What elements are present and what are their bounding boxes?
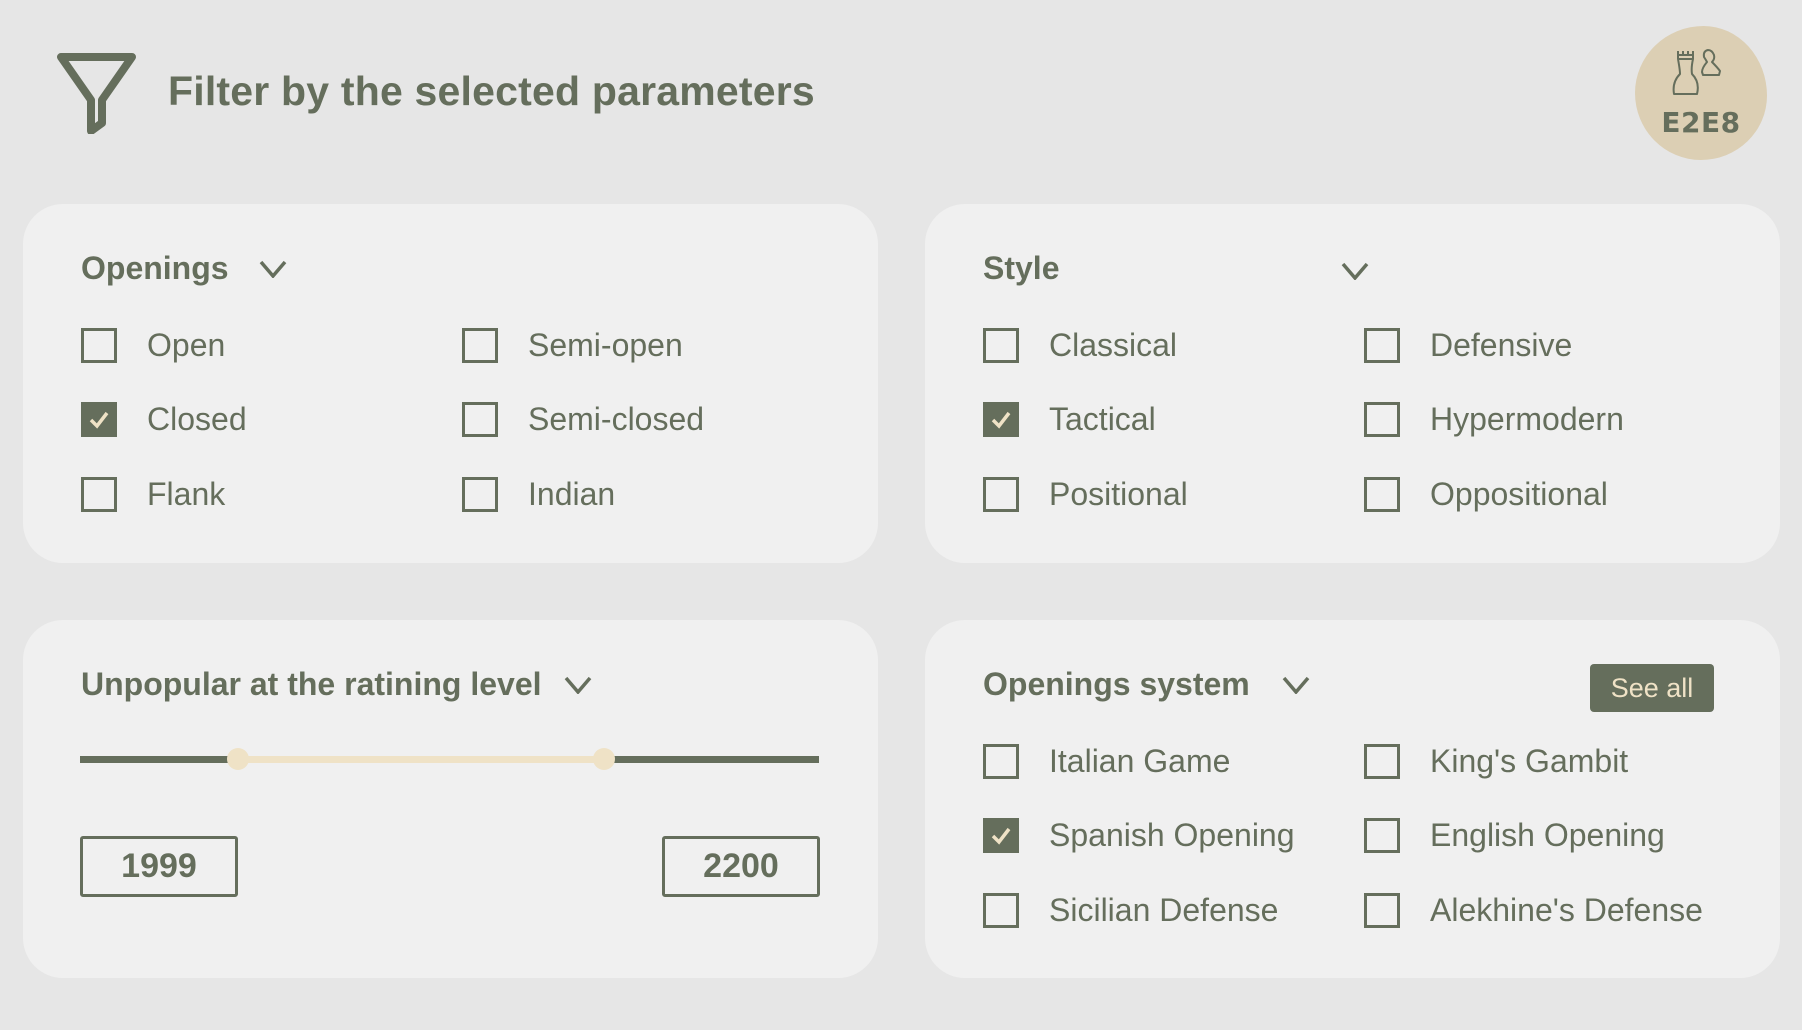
chevron-down-icon[interactable]	[259, 260, 287, 278]
option-label: Alekhine's Defense	[1430, 892, 1703, 928]
chevron-down-icon[interactable]	[564, 676, 592, 694]
openings-system-card: Openings system See all Italian Game Kin…	[925, 620, 1780, 978]
rating-range-slider[interactable]	[80, 748, 819, 770]
option-label: Spanish Opening	[1049, 817, 1295, 853]
checkbox-box[interactable]	[462, 402, 498, 437]
checkbox-box[interactable]	[983, 328, 1019, 363]
option-label: Tactical	[1049, 401, 1156, 437]
style-title: Style	[983, 250, 1060, 286]
checkbox-closed[interactable]: Closed	[81, 401, 247, 438]
checkbox-box[interactable]	[462, 328, 498, 363]
option-label: Sicilian Defense	[1049, 892, 1279, 928]
slider-thumb-max[interactable]	[592, 748, 615, 770]
checkbox-box[interactable]	[81, 328, 117, 363]
checkbox-oppositional[interactable]: Oppositional	[1364, 476, 1608, 513]
option-label: Semi-open	[528, 327, 683, 363]
checkbox-flank[interactable]: Flank	[81, 476, 225, 513]
checkbox-box[interactable]	[1364, 477, 1400, 512]
system-header[interactable]: Openings system	[983, 666, 1310, 703]
checkbox-box[interactable]	[1364, 818, 1400, 853]
chess-rook-pawn-icon	[1672, 49, 1721, 95]
checkmark-icon	[991, 827, 1011, 845]
checkbox-box[interactable]	[983, 893, 1019, 928]
checkbox-semi-open[interactable]: Semi-open	[462, 327, 683, 364]
slider-selected-range	[238, 756, 604, 763]
option-label: English Opening	[1430, 817, 1665, 853]
checkbox-indian[interactable]: Indian	[462, 476, 615, 513]
checkbox-positional[interactable]: Positional	[983, 476, 1188, 513]
slider-thumb-min[interactable]	[227, 748, 250, 770]
checkbox-box[interactable]	[983, 744, 1019, 779]
checkbox-alekhines-defense[interactable]: Alekhine's Defense	[1364, 892, 1703, 929]
checkbox-hypermodern[interactable]: Hypermodern	[1364, 401, 1624, 438]
option-label: Oppositional	[1430, 476, 1608, 512]
checkbox-kings-gambit[interactable]: King's Gambit	[1364, 743, 1628, 780]
option-label: Semi-closed	[528, 401, 705, 437]
checkbox-defensive[interactable]: Defensive	[1364, 327, 1572, 364]
logo-text: E2E8	[1661, 106, 1741, 139]
checkbox-spanish-opening[interactable]: Spanish Opening	[983, 817, 1295, 854]
checkbox-box[interactable]	[1364, 402, 1400, 437]
checkbox-classical[interactable]: Classical	[983, 327, 1177, 364]
option-label: Defensive	[1430, 327, 1573, 363]
option-label: Italian Game	[1049, 743, 1231, 779]
filter-funnel-icon	[57, 53, 136, 134]
option-label: King's Gambit	[1430, 743, 1629, 779]
checkbox-italian-game[interactable]: Italian Game	[983, 743, 1230, 780]
rating-card: Unpopular at the ratining level	[23, 620, 878, 978]
checkbox-semi-closed[interactable]: Semi-closed	[462, 401, 704, 438]
checkbox-box[interactable]	[983, 477, 1019, 512]
checkbox-tactical[interactable]: Tactical	[983, 401, 1156, 438]
openings-card: Openings Open Semi-open Closed Semi-clos…	[23, 204, 878, 563]
checkbox-box[interactable]	[983, 818, 1019, 853]
checkbox-box[interactable]	[1364, 744, 1400, 779]
max-rating-input[interactable]	[662, 836, 820, 897]
checkbox-open[interactable]: Open	[81, 327, 225, 364]
option-label: Classical	[1049, 327, 1178, 363]
checkbox-box[interactable]	[81, 477, 117, 512]
option-label: Open	[147, 327, 226, 363]
chevron-down-icon[interactable]	[1341, 262, 1369, 280]
system-title: Openings system	[983, 666, 1250, 702]
style-card: Style Classical Defensive Tactical Hyper…	[925, 204, 1780, 563]
rating-title: Unpopular at the ratining level	[81, 666, 542, 702]
page-title: Filter by the selected parameters	[168, 68, 815, 114]
option-label: Positional	[1049, 476, 1188, 512]
option-label: Closed	[147, 401, 247, 437]
openings-header[interactable]: Openings	[81, 250, 287, 287]
logo[interactable]: E2E8	[1635, 26, 1767, 160]
option-label: Flank	[147, 476, 226, 512]
min-rating-input[interactable]	[80, 836, 238, 897]
checkmark-icon	[991, 411, 1011, 429]
checkbox-sicilian-defense[interactable]: Sicilian Defense	[983, 892, 1278, 929]
style-header[interactable]: Style	[983, 250, 1369, 287]
option-label: Hypermodern	[1430, 401, 1624, 437]
checkbox-box[interactable]	[983, 402, 1019, 437]
checkbox-box[interactable]	[1364, 328, 1400, 363]
checkbox-box[interactable]	[462, 477, 498, 512]
checkbox-english-opening[interactable]: English Opening	[1364, 817, 1665, 854]
see-all-button[interactable]: See all	[1590, 664, 1714, 712]
openings-title: Openings	[81, 250, 229, 286]
checkbox-box[interactable]	[1364, 893, 1400, 928]
rating-header[interactable]: Unpopular at the ratining level	[81, 666, 592, 703]
checkmark-icon	[89, 411, 109, 429]
checkbox-box[interactable]	[81, 402, 117, 437]
option-label: Indian	[528, 476, 616, 512]
chevron-down-icon[interactable]	[1282, 676, 1310, 694]
